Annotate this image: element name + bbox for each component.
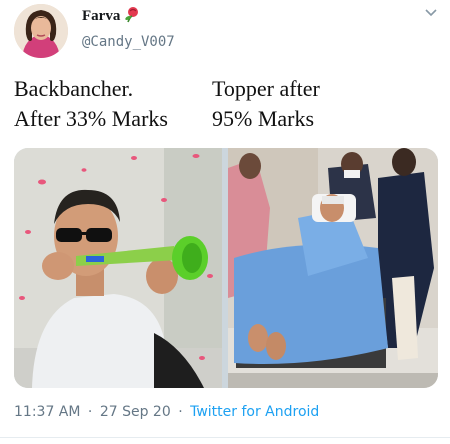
tweet-text-right: Topper after: [212, 76, 320, 101]
rose-icon: [125, 7, 138, 23]
chevron-down-icon[interactable]: [424, 8, 438, 18]
display-name[interactable]: Farva: [82, 8, 120, 25]
tweet-text-right: 95% Marks: [212, 106, 315, 131]
tweet-text-left: After 33% Marks: [14, 106, 168, 131]
meta-separator: ·: [87, 404, 93, 420]
tweet-card: Farva @Candy_V007 Backbancher. Topper af…: [0, 0, 450, 444]
tweet-meta: 11:37 AM · 27 Sep 20 · Twitter for Andro…: [14, 404, 319, 420]
tweet-source-link[interactable]: Twitter for Android: [190, 404, 319, 420]
meta-separator: ·: [178, 404, 183, 420]
tweet-text-line: Backbancher. Topper after: [14, 74, 438, 104]
hospital-photo[interactable]: [228, 148, 438, 388]
celebration-photo[interactable]: [14, 148, 222, 388]
tweet-text-line: After 33% Marks 95% Marks: [14, 104, 438, 134]
avatar[interactable]: [14, 4, 68, 58]
tweet-text: Backbancher. Topper after After 33% Mark…: [14, 74, 438, 134]
tweet-time[interactable]: 11:37 AM: [14, 404, 80, 420]
divider: [0, 437, 450, 438]
tweet-text-left: Backbancher.: [14, 76, 134, 101]
tweet-media[interactable]: [14, 148, 438, 388]
tweet-date[interactable]: 27 Sep 20: [100, 404, 171, 420]
user-handle[interactable]: @Candy_V007: [82, 34, 175, 50]
